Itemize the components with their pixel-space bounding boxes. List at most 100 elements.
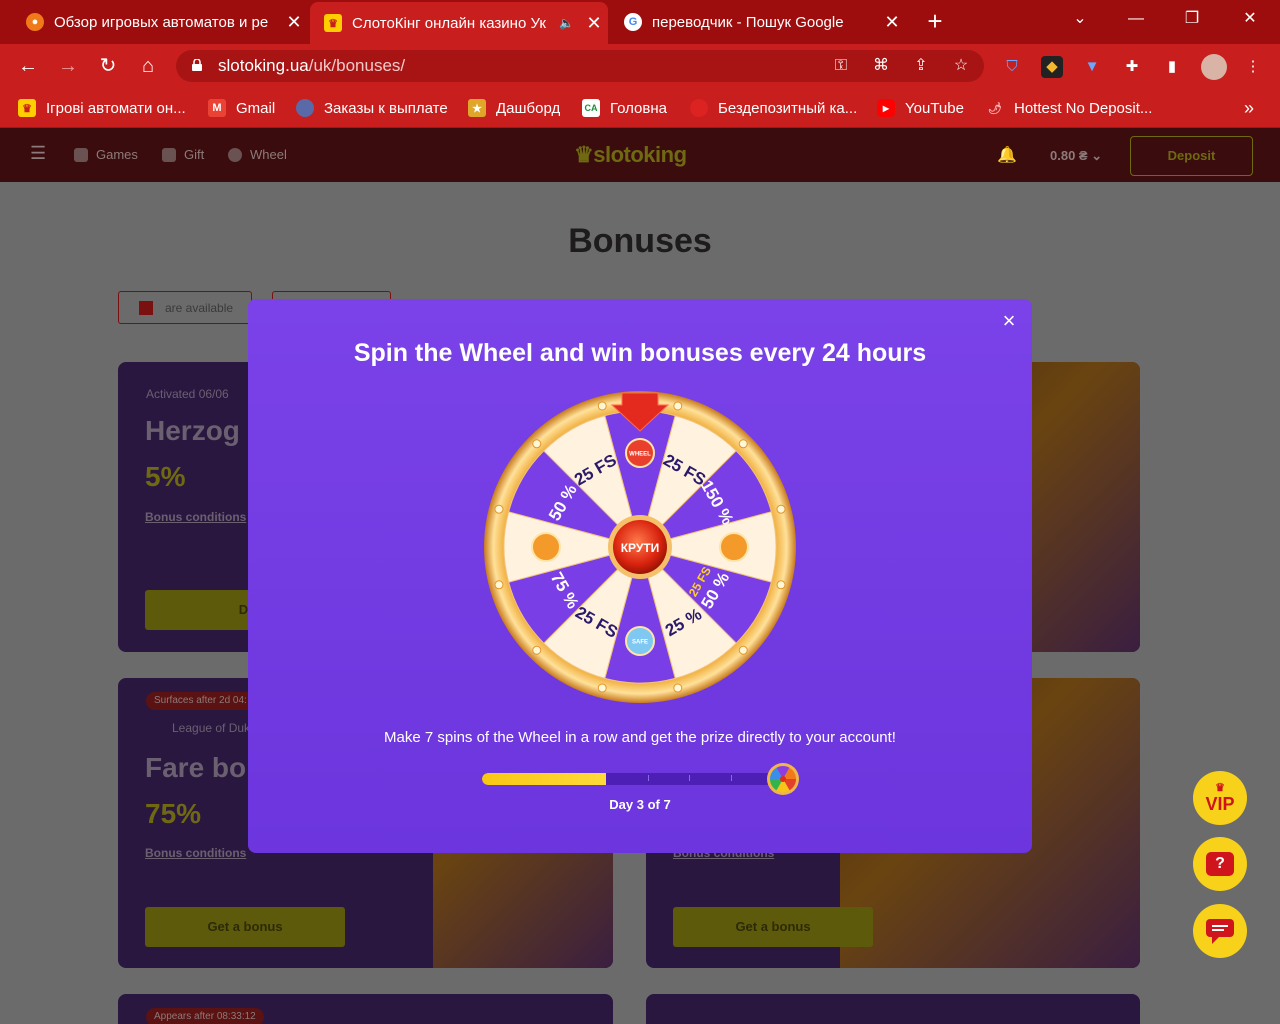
browser-tab-strip: ● Обзор игровых автоматов и ре ✕ ♛ Слото… (0, 0, 1280, 44)
card-activated-date: Activated 06/06 (146, 387, 229, 401)
bonus-card: Appears after 08:33:12 (118, 994, 613, 1024)
bookmark-item[interactable]: CA Головна (582, 98, 667, 118)
bell-icon[interactable]: 🔔 (997, 145, 1017, 165)
progress-tick (647, 775, 649, 781)
wheel-modal: × Spin the Wheel and win bonuses every 2… (248, 299, 1032, 853)
vpn-extension-icon[interactable]: ▼ (1081, 56, 1103, 78)
google-favicon-icon: G (624, 13, 642, 31)
restore-button[interactable]: ❐ (1164, 0, 1220, 40)
minimize-button[interactable]: — (1108, 0, 1164, 40)
bonus-conditions-link[interactable]: Bonus conditions (145, 510, 246, 524)
bookmark-item[interactable]: 🌶 Hottest No Deposit... (986, 98, 1152, 118)
nav-wheel[interactable]: Wheel (228, 147, 287, 162)
address-bar[interactable]: slotoking.ua/uk/bonuses/ ⚿ ⌘ ⇪ ☆ (176, 50, 984, 82)
rim-bulb (494, 504, 504, 514)
rim-bulb (494, 580, 504, 590)
hamburger-menu-icon[interactable]: ☰ (30, 143, 46, 164)
surfaces-timer-badge: Surfaces after 2d 04: (146, 692, 255, 710)
balance-display[interactable]: 0.80 ₴ ⌄ (1050, 148, 1102, 164)
close-tab-icon[interactable]: ✕ (580, 13, 608, 34)
shield-badge-icon: ★ (468, 99, 486, 117)
close-tab-icon[interactable]: ✕ (878, 12, 906, 33)
speaker-icon[interactable]: 🔈 (559, 16, 574, 30)
reload-button[interactable]: ↻ (94, 52, 122, 80)
shield-extension-icon[interactable]: ⛉ (1001, 56, 1023, 78)
card-title: Herzog (145, 415, 240, 446)
bonus-conditions-link[interactable]: Bonus conditions (145, 846, 246, 860)
home-button[interactable]: ⌂ (134, 52, 162, 80)
gmail-icon: M (208, 99, 226, 117)
coin-prize-icon (531, 532, 561, 562)
close-modal-button[interactable]: × (998, 310, 1020, 332)
card-percent: 5% (145, 461, 186, 492)
browser-toolbar: ← → ↻ ⌂ slotoking.ua/uk/bonuses/ ⚿ ⌘ ⇪ ☆… (0, 44, 1280, 88)
vip-button[interactable]: ♛ VIP (1193, 771, 1247, 825)
rim-bulb (532, 439, 542, 449)
tab-overview[interactable]: ● Обзор игровых автоматов и ре ✕ (12, 0, 308, 44)
site-header: ☰ Games Gift Wheel ♛slotoking 🔔 0.80 ₴ ⌄… (0, 128, 1280, 182)
youtube-icon: ▶ (877, 99, 895, 117)
chat-button[interactable] (1193, 904, 1247, 958)
modal-title: Spin the Wheel and win bonuses every 24 … (353, 339, 927, 367)
nav-games[interactable]: Games (74, 147, 138, 162)
bookmark-item[interactable]: ★ Дашборд (468, 98, 560, 118)
share-icon[interactable]: ⇪ (910, 55, 932, 77)
key-icon[interactable]: ⚿ (830, 55, 852, 77)
rim-bulb (597, 683, 607, 693)
get-bonus-button[interactable]: Get a bonus (673, 907, 873, 947)
fortune-wheel[interactable]: WHEEL 25 FS150 %50 %25 FS25 %SAFE25 FS75 … (484, 391, 796, 703)
forward-button[interactable]: → (54, 52, 82, 80)
modal-instructions: Make 7 spins of the Wheel in a row and g… (384, 729, 896, 746)
gift-icon (139, 300, 153, 315)
extensions-puzzle-icon[interactable]: ✚ (1121, 56, 1143, 78)
gear-favicon-icon (690, 99, 708, 117)
page-title: Bonuses (568, 222, 712, 260)
prize-icon-label: SAFE (632, 640, 648, 646)
bookmark-item[interactable]: M Gmail (208, 98, 275, 118)
deposit-button[interactable]: Deposit (1130, 136, 1253, 176)
translate-icon[interactable]: ⌘ (870, 55, 892, 77)
wheel-icon (228, 147, 242, 162)
tab-slotoking[interactable]: ♛ СлотоКінг онлайн казино Ук 🔈 ✕ (310, 2, 608, 44)
rim-bulb (738, 645, 748, 655)
prize-icon-label: WHEEL (629, 452, 651, 458)
spin-label: КРУТИ (621, 541, 660, 555)
nav-gift[interactable]: Gift (162, 147, 204, 162)
crown-logo-icon: ♛ (574, 142, 594, 167)
close-tab-icon[interactable]: ✕ (280, 12, 308, 33)
menu-kebab-icon[interactable]: ⋮ (1242, 56, 1264, 78)
new-tab-button[interactable]: + (920, 6, 950, 36)
progress-fill (482, 773, 607, 785)
side-panel-icon[interactable]: ▮ (1161, 56, 1183, 78)
chat-bubble-icon (1206, 919, 1234, 944)
tab-google[interactable]: G переводчик - Пошук Google ✕ (610, 0, 906, 44)
filter-available[interactable]: are available (118, 291, 252, 324)
rim-bulb (532, 645, 542, 655)
bookmark-item[interactable]: ♛ Ігрові автомати он... (18, 98, 186, 118)
progress-tick (730, 775, 732, 781)
back-button[interactable]: ← (14, 52, 42, 80)
bookmark-item[interactable]: Заказы к выплате (296, 98, 448, 118)
card-title: Fare bor (145, 752, 258, 783)
site-logo[interactable]: ♛slotoking (574, 142, 687, 168)
bonus-card (646, 994, 1140, 1024)
bookmark-star-icon[interactable]: ☆ (950, 55, 972, 77)
card-league-label: League of Duk (172, 721, 251, 735)
bookmark-item[interactable]: Бездепозитный ка... (690, 98, 857, 118)
rim-bulb (597, 401, 607, 411)
crown-icon: ♛ (18, 99, 36, 117)
coin-prize-icon (719, 532, 749, 562)
profile-avatar[interactable] (1201, 54, 1227, 80)
bookmarks-bar: ♛ Ігрові автомати он... M Gmail Заказы к в… (0, 88, 1280, 128)
tab-search-icon[interactable]: ⌄ (1052, 0, 1108, 40)
bookmark-item[interactable]: ▶ YouTube (877, 98, 964, 118)
help-bubble-icon: ? (1206, 852, 1234, 876)
appears-timer-badge: Appears after 08:33:12 (146, 1008, 264, 1024)
help-button[interactable]: ? (1193, 837, 1247, 891)
binance-extension-icon[interactable]: ◆ (1041, 56, 1063, 78)
more-bookmarks-button[interactable]: » (1244, 98, 1254, 118)
lock-icon (192, 59, 202, 71)
get-bonus-button[interactable]: Get a bonus (145, 907, 345, 947)
crown-favicon-icon: ♛ (324, 14, 342, 32)
close-window-button[interactable]: ✕ (1222, 0, 1278, 40)
